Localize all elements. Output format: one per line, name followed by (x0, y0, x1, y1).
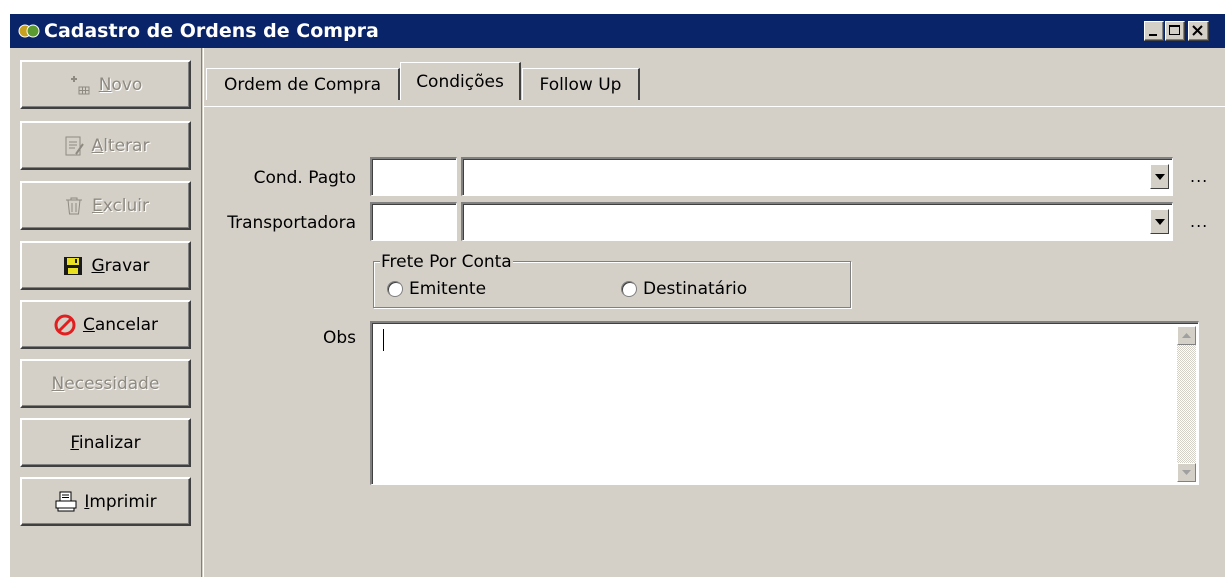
text-caret (383, 329, 384, 351)
scroll-up-button[interactable] (1177, 326, 1196, 345)
tab-label: Condições (416, 71, 504, 92)
main-window: Cadastro de Ordens de Compra Novo Altera… (9, 13, 1225, 577)
window-title: Cadastro de Ordens de Compra (44, 20, 379, 42)
minimize-icon (1149, 34, 1157, 36)
title-bar[interactable]: Cadastro de Ordens de Compra (10, 14, 1225, 48)
alterar-label: Alterar (91, 135, 150, 156)
cond-pagto-code-input[interactable] (370, 157, 457, 196)
cond-pagto-label: Cond. Pagto (253, 168, 356, 188)
obs-scrollbar[interactable] (1177, 326, 1196, 482)
frete-group-title: Frete Por Conta (380, 252, 513, 272)
necessidade-button[interactable]: Necessidade (20, 359, 191, 408)
transportadora-combo[interactable] (461, 202, 1173, 241)
panel-divider (201, 48, 204, 577)
transportadora-lookup-button[interactable]: ... (1190, 212, 1208, 231)
arrow-down-icon (1182, 470, 1191, 475)
minimize-button[interactable] (1144, 21, 1164, 41)
app-icon (18, 24, 40, 38)
cond-pagto-lookup-button[interactable]: ... (1190, 167, 1208, 186)
cond-pagto-dropdown-button[interactable] (1150, 164, 1169, 189)
gravar-label: Gravar (91, 255, 150, 276)
tab-label: Follow Up (539, 74, 622, 95)
destinatario-radio[interactable] (621, 281, 637, 297)
destinatario-label[interactable]: Destinatário (643, 279, 747, 299)
obs-label: Obs (322, 328, 356, 348)
tab-condicoes[interactable]: Condições (400, 62, 521, 100)
maximize-icon (1169, 25, 1180, 35)
finalizar-button[interactable]: Finalizar (20, 418, 191, 467)
chevron-down-icon (1154, 218, 1165, 225)
transportadora-label: Transportadora (227, 213, 356, 233)
close-icon (1192, 25, 1203, 36)
excluir-button[interactable]: Excluir (20, 181, 191, 230)
cancelar-button[interactable]: Cancelar (20, 300, 191, 349)
alterar-button[interactable]: Alterar (20, 121, 191, 170)
chevron-down-icon (1154, 173, 1165, 180)
novo-button[interactable]: Novo (20, 60, 191, 109)
printer-icon (55, 491, 77, 511)
imprimir-label: Imprimir (84, 491, 157, 512)
maximize-button[interactable] (1165, 21, 1185, 41)
save-disk-icon (64, 256, 83, 275)
finalizar-label: Finalizar (70, 432, 141, 453)
gravar-button[interactable]: Gravar (20, 241, 191, 290)
necessidade-label: Necessidade (51, 373, 160, 394)
transportadora-code-input[interactable] (370, 202, 457, 241)
tab-strip-line (204, 106, 1225, 107)
trash-icon (65, 197, 82, 214)
tab-label: Ordem de Compra (224, 74, 381, 95)
novo-label: Novo (98, 74, 143, 95)
cancel-icon (54, 314, 76, 335)
edit-record-icon (65, 136, 84, 155)
obs-textarea[interactable] (370, 321, 1199, 485)
emitente-label[interactable]: Emitente (409, 279, 486, 299)
tab-follow-up[interactable]: Follow Up (522, 68, 640, 100)
close-button[interactable] (1188, 21, 1209, 41)
cond-pagto-combo[interactable] (461, 157, 1173, 196)
excluir-label: Excluir (91, 195, 150, 216)
imprimir-button[interactable]: Imprimir (20, 477, 191, 526)
arrow-up-icon (1182, 333, 1191, 338)
emitente-radio[interactable] (387, 281, 403, 297)
transportadora-dropdown-button[interactable] (1150, 209, 1169, 234)
new-record-icon (70, 75, 90, 94)
tab-ordem-de-compra[interactable]: Ordem de Compra (206, 68, 400, 100)
scroll-down-button[interactable] (1177, 463, 1196, 482)
cancelar-label: Cancelar (82, 314, 158, 335)
